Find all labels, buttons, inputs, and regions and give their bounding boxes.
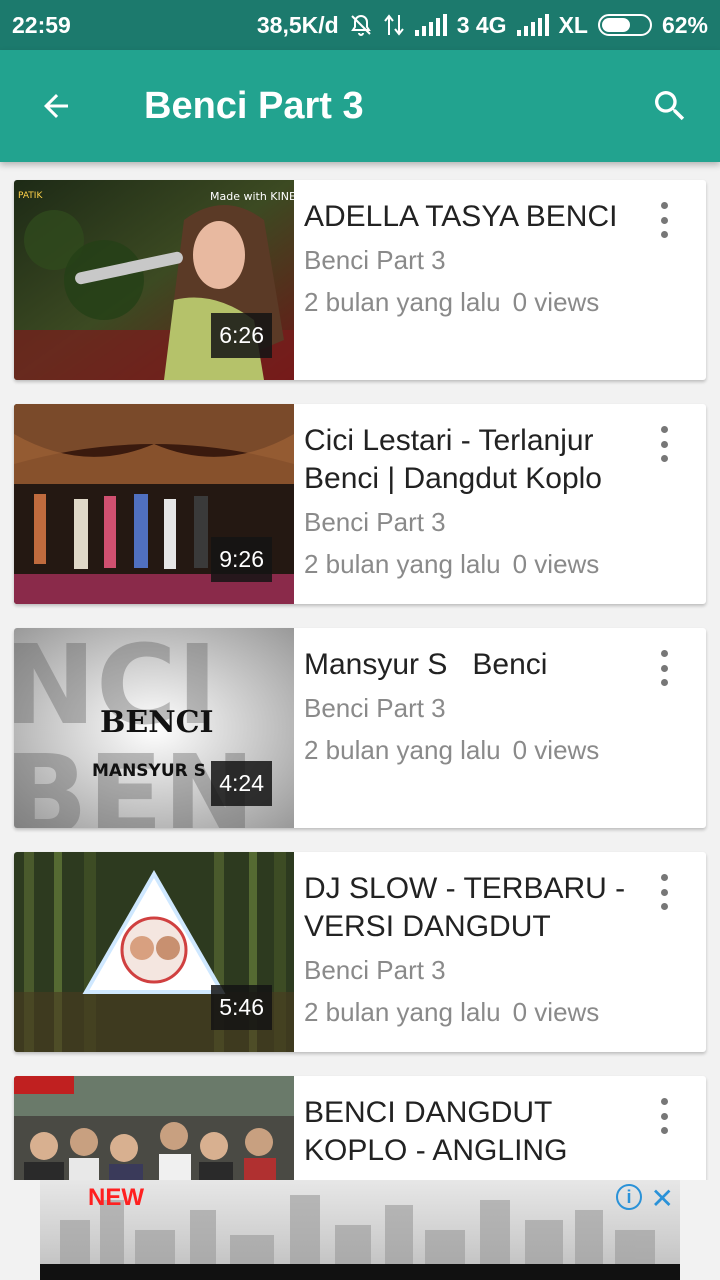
ad-new-badge: NEW bbox=[88, 1184, 144, 1211]
video-info[interactable]: DJ SLOW - TERBARU - VERSI DANGDUT Benci … bbox=[294, 852, 706, 1052]
signal-icon bbox=[414, 14, 447, 36]
video-duration: 4:24 bbox=[211, 761, 272, 806]
thumbnail-text: BENCI bbox=[100, 705, 214, 740]
video-meta: 2 bulan yang lalu 0 views bbox=[304, 284, 706, 320]
video-views: 0 views bbox=[512, 549, 600, 579]
video-duration: 5:46 bbox=[211, 985, 272, 1030]
video-card[interactable]: 5:46 DJ SLOW - TERBARU - VERSI DANGDUT B… bbox=[14, 852, 706, 1052]
battery-icon bbox=[597, 14, 652, 36]
video-channel: Benci Part 3 bbox=[304, 955, 446, 985]
video-info[interactable]: Cici Lestari - Terlanjur Benci | Dangdut… bbox=[294, 404, 706, 604]
more-options-icon[interactable] bbox=[652, 202, 676, 238]
back-button[interactable] bbox=[26, 76, 86, 136]
video-thumbnail[interactable]: NCI BEN BENCI MANSYUR S 4:24 bbox=[14, 628, 294, 828]
video-views: 0 views bbox=[512, 287, 600, 317]
video-card[interactable]: NCI BEN BENCI MANSYUR S 4:24 Mansyur S B… bbox=[14, 628, 706, 828]
video-info[interactable]: Mansyur S Benci Benci Part 3 2 bulan yan… bbox=[294, 628, 706, 828]
data-transfer-icon bbox=[383, 13, 405, 37]
arrow-back-icon bbox=[44, 94, 68, 118]
video-card[interactable]: PATIK Made with KINEMA 6:26 ADELLA TASYA… bbox=[14, 180, 706, 380]
video-title[interactable]: Cici Lestari - Terlanjur Benci | Dangdut… bbox=[304, 422, 634, 498]
signal-icon-2 bbox=[516, 14, 549, 36]
video-channel: Benci Part 3 bbox=[304, 507, 446, 537]
info-icon[interactable]: i bbox=[616, 1184, 642, 1210]
video-card[interactable]: BENCI DANGDUT KOPLO - ANGLING bbox=[14, 1076, 706, 1180]
video-info[interactable]: ADELLA TASYA BENCI Benci Part 3 2 bulan … bbox=[294, 180, 706, 380]
svg-text:PATIK: PATIK bbox=[18, 191, 43, 201]
thumbnail-text: MANSYUR S bbox=[92, 761, 206, 781]
more-options-icon[interactable] bbox=[652, 1098, 676, 1134]
video-age: 2 bulan yang lalu bbox=[304, 287, 501, 317]
video-channel: Benci Part 3 bbox=[304, 693, 446, 723]
video-card[interactable]: 9:26 Cici Lestari - Terlanjur Benci | Da… bbox=[14, 404, 706, 604]
ad-banner[interactable]: NEW i ✕ bbox=[40, 1180, 680, 1280]
more-options-icon[interactable] bbox=[652, 426, 676, 462]
video-title[interactable]: BENCI DANGDUT KOPLO - ANGLING bbox=[304, 1094, 634, 1170]
svg-text:Made with KINEMA: Made with KINEMA bbox=[210, 190, 294, 203]
muted-bell-icon bbox=[349, 13, 373, 37]
sim1-network: 3 4G bbox=[456, 11, 507, 38]
search-icon bbox=[655, 91, 685, 121]
more-options-icon[interactable] bbox=[652, 874, 676, 910]
video-channel: Benci Part 3 bbox=[304, 245, 446, 275]
video-age: 2 bulan yang lalu bbox=[304, 549, 501, 579]
video-meta: 2 bulan yang lalu 0 views bbox=[304, 546, 706, 582]
status-bar: 22:59 38,5K/d 3 4G XL 62% bbox=[0, 0, 720, 50]
page-title: Benci Part 3 bbox=[144, 84, 364, 127]
network-speed: 38,5K/d bbox=[256, 11, 339, 38]
ad-footer bbox=[40, 1264, 680, 1280]
video-thumbnail[interactable] bbox=[14, 1076, 294, 1180]
search-button[interactable] bbox=[640, 76, 700, 136]
video-title[interactable]: DJ SLOW - TERBARU - VERSI DANGDUT bbox=[304, 870, 634, 946]
video-age: 2 bulan yang lalu bbox=[304, 997, 501, 1027]
status-time: 22:59 bbox=[12, 11, 71, 38]
carrier-name: XL bbox=[558, 11, 588, 38]
battery-percent: 62% bbox=[661, 11, 708, 38]
video-list[interactable]: PATIK Made with KINEMA 6:26 ADELLA TASYA… bbox=[0, 162, 720, 1180]
status-indicators: 38,5K/d 3 4G XL 62% bbox=[257, 12, 708, 39]
video-duration: 6:26 bbox=[211, 313, 272, 358]
more-options-icon[interactable] bbox=[652, 650, 676, 686]
close-icon[interactable]: ✕ bbox=[651, 1182, 674, 1215]
video-title[interactable]: Mansyur S Benci bbox=[304, 646, 634, 684]
video-thumbnail[interactable]: PATIK Made with KINEMA 6:26 bbox=[14, 180, 294, 380]
video-meta: 2 bulan yang lalu 0 views bbox=[304, 732, 706, 768]
app-bar: Benci Part 3 bbox=[0, 50, 720, 162]
video-age: 2 bulan yang lalu bbox=[304, 735, 501, 765]
video-duration: 9:26 bbox=[211, 537, 272, 582]
video-meta: 2 bulan yang lalu 0 views bbox=[304, 994, 706, 1030]
video-views: 0 views bbox=[512, 735, 600, 765]
video-title[interactable]: ADELLA TASYA BENCI bbox=[304, 198, 634, 236]
video-thumbnail[interactable]: 5:46 bbox=[14, 852, 294, 1052]
video-info[interactable]: BENCI DANGDUT KOPLO - ANGLING bbox=[294, 1076, 706, 1180]
video-thumbnail[interactable]: 9:26 bbox=[14, 404, 294, 604]
video-views: 0 views bbox=[512, 997, 600, 1027]
